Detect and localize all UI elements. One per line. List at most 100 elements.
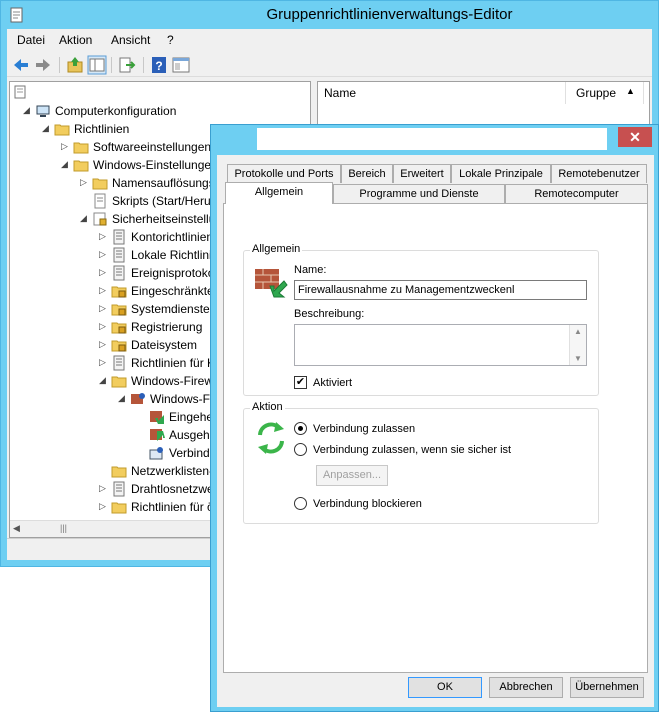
expand-arrow-icon[interactable]: ▷ — [99, 249, 109, 260]
dialog-title — [257, 128, 607, 150]
cancel-button[interactable]: Abbrechen — [489, 677, 563, 698]
tree-item-label: Richtlinien für K — [131, 356, 216, 370]
tree-item-label: Sicherheitseinstellu — [112, 212, 216, 226]
group-aktion: Aktion Verbindung zulassen Verbindung zu… — [243, 401, 599, 524]
folder-icon — [73, 160, 89, 172]
tree-item-label: Dateisystem — [131, 338, 198, 352]
column-name[interactable]: Name — [318, 82, 566, 104]
expand-arrow-icon[interactable]: ▷ — [61, 141, 71, 152]
expand-arrow-icon[interactable]: ▷ — [99, 501, 109, 512]
tab-remotecomputer[interactable]: Remotecomputer — [505, 184, 648, 203]
collapse-arrow-icon[interactable]: ◢ — [80, 213, 90, 224]
description-textarea[interactable]: ▲ ▼ — [294, 324, 587, 366]
expand-arrow-icon[interactable]: ▷ — [99, 357, 109, 368]
collapse-arrow-icon[interactable]: ◢ — [99, 375, 109, 386]
customize-button[interactable]: Anpassen... — [316, 465, 388, 486]
tab-bereich[interactable]: Bereich — [341, 164, 393, 183]
menu-aktion[interactable]: Aktion — [55, 33, 96, 47]
expand-arrow-icon[interactable]: ▷ — [99, 321, 109, 332]
show-hide-tree-icon[interactable] — [87, 55, 107, 75]
connection-rule-icon — [149, 447, 163, 460]
folder-icon — [54, 124, 70, 136]
tree-item-label: Ereignisprotoko — [131, 266, 215, 280]
computer-icon — [36, 105, 50, 117]
svg-text:?: ? — [155, 59, 162, 73]
policy-icon — [113, 247, 125, 263]
tree-item-label: Windows-Fi — [150, 392, 213, 406]
tree-item-label: Richtlinien für ö — [131, 500, 214, 514]
menu-bar: Datei Aktion Ansicht ? — [7, 31, 652, 49]
tree-item-label: Namensauflösungs — [112, 176, 215, 190]
radio-allow[interactable] — [294, 422, 307, 435]
radio-block[interactable] — [294, 497, 307, 510]
policy-icon — [113, 355, 125, 371]
tab-lokale-prinzipale[interactable]: Lokale Prinzipale — [451, 164, 551, 183]
radio-allow-label: Verbindung zulassen — [313, 423, 416, 435]
apply-button[interactable]: Übernehmen — [570, 677, 644, 698]
tab-remotebenutzer[interactable]: Remotebenutzer — [551, 164, 647, 183]
expand-arrow-icon[interactable]: ▷ — [99, 303, 109, 314]
inbound-rule-icon — [150, 411, 164, 424]
expand-arrow-icon[interactable]: ▷ — [99, 231, 109, 242]
policy-icon — [113, 229, 125, 245]
export-list-icon[interactable] — [117, 55, 137, 75]
tab-protokolle-und-ports[interactable]: Protokolle und Ports — [227, 164, 341, 183]
menu-ansicht[interactable]: Ansicht — [107, 33, 154, 47]
expand-arrow-icon[interactable]: ▷ — [80, 177, 90, 188]
locked-folder-icon — [111, 322, 127, 334]
toolbar: ? — [7, 53, 652, 77]
policy-icon — [113, 265, 125, 281]
menu-datei[interactable]: Datei — [13, 33, 49, 47]
allow-action-icon — [258, 422, 284, 454]
sort-ascending-icon: ▲ — [626, 86, 635, 96]
folder-icon — [111, 376, 127, 388]
menu-help[interactable]: ? — [163, 33, 178, 47]
name-label: Name: — [294, 264, 327, 276]
tree-item-label: Systemdienste — [131, 302, 210, 316]
rule-properties-dialog: ✕ Protokolle und Ports Bereich Erweitert… — [210, 124, 659, 712]
properties-icon[interactable] — [171, 55, 191, 75]
expand-arrow-icon[interactable]: ▷ — [99, 285, 109, 296]
group-allgemein: Allgemein Name: Firewallausnahme zu Mana… — [243, 243, 599, 396]
tab-panel-allgemein: Allgemein Name: Firewallausnahme zu Mana… — [223, 203, 648, 673]
help-icon[interactable]: ? — [149, 55, 169, 75]
up-folder-icon[interactable] — [65, 55, 85, 75]
group-allgemein-title: Allgemein — [250, 243, 303, 255]
ok-button[interactable]: OK — [408, 677, 482, 698]
radio-allow-secure-label: Verbindung zulassen, wenn sie sicher ist — [313, 444, 512, 456]
folder-icon — [92, 178, 108, 190]
scroll-up-icon[interactable]: ▲ — [574, 327, 582, 336]
group-aktion-title: Aktion — [250, 401, 285, 413]
back-icon[interactable] — [11, 55, 31, 75]
description-label: Beschreibung: — [294, 308, 365, 320]
enabled-checkbox[interactable]: ✔ — [294, 376, 307, 389]
window-title: Gruppenrichtlinienverwaltungs-Editor — [266, 6, 513, 23]
tab-programme-und-dienste[interactable]: Programme und Dienste — [333, 184, 505, 203]
locked-folder-icon — [111, 340, 127, 352]
collapse-arrow-icon[interactable]: ◢ — [42, 123, 52, 134]
tab-allgemein[interactable]: Allgemein — [225, 182, 333, 204]
expand-arrow-icon[interactable]: ▷ — [99, 339, 109, 350]
scroll-down-icon[interactable]: ▼ — [574, 354, 582, 363]
folder-icon — [73, 142, 89, 154]
collapse-arrow-icon[interactable]: ◢ — [118, 393, 128, 404]
expand-arrow-icon[interactable]: ▷ — [99, 483, 109, 494]
enabled-label: Aktiviert — [313, 377, 353, 389]
tree-item-label: Netzwerklisten- — [131, 464, 214, 478]
scroll-left-icon[interactable]: ◀ — [13, 523, 20, 534]
folder-icon — [111, 466, 127, 478]
description-scrollbar[interactable]: ▲ ▼ — [569, 325, 586, 365]
radio-allow-secure[interactable] — [294, 443, 307, 456]
scroll-thumb-grip-icon[interactable]: ||| — [60, 523, 67, 533]
firewall-icon — [131, 393, 145, 404]
forward-icon[interactable] — [33, 55, 53, 75]
folder-icon — [111, 502, 127, 514]
name-input[interactable]: Firewallausnahme zu Managementzweckenl — [294, 280, 587, 300]
expand-arrow-icon[interactable]: ▷ — [99, 267, 109, 278]
close-button[interactable]: ✕ — [618, 127, 652, 147]
collapse-arrow-icon[interactable]: ◢ — [23, 105, 33, 116]
radio-block-label: Verbindung blockieren — [313, 498, 422, 510]
tab-erweitert[interactable]: Erweitert — [393, 164, 451, 183]
collapse-arrow-icon[interactable]: ◢ — [61, 159, 71, 170]
toolbar-separator — [143, 57, 144, 73]
